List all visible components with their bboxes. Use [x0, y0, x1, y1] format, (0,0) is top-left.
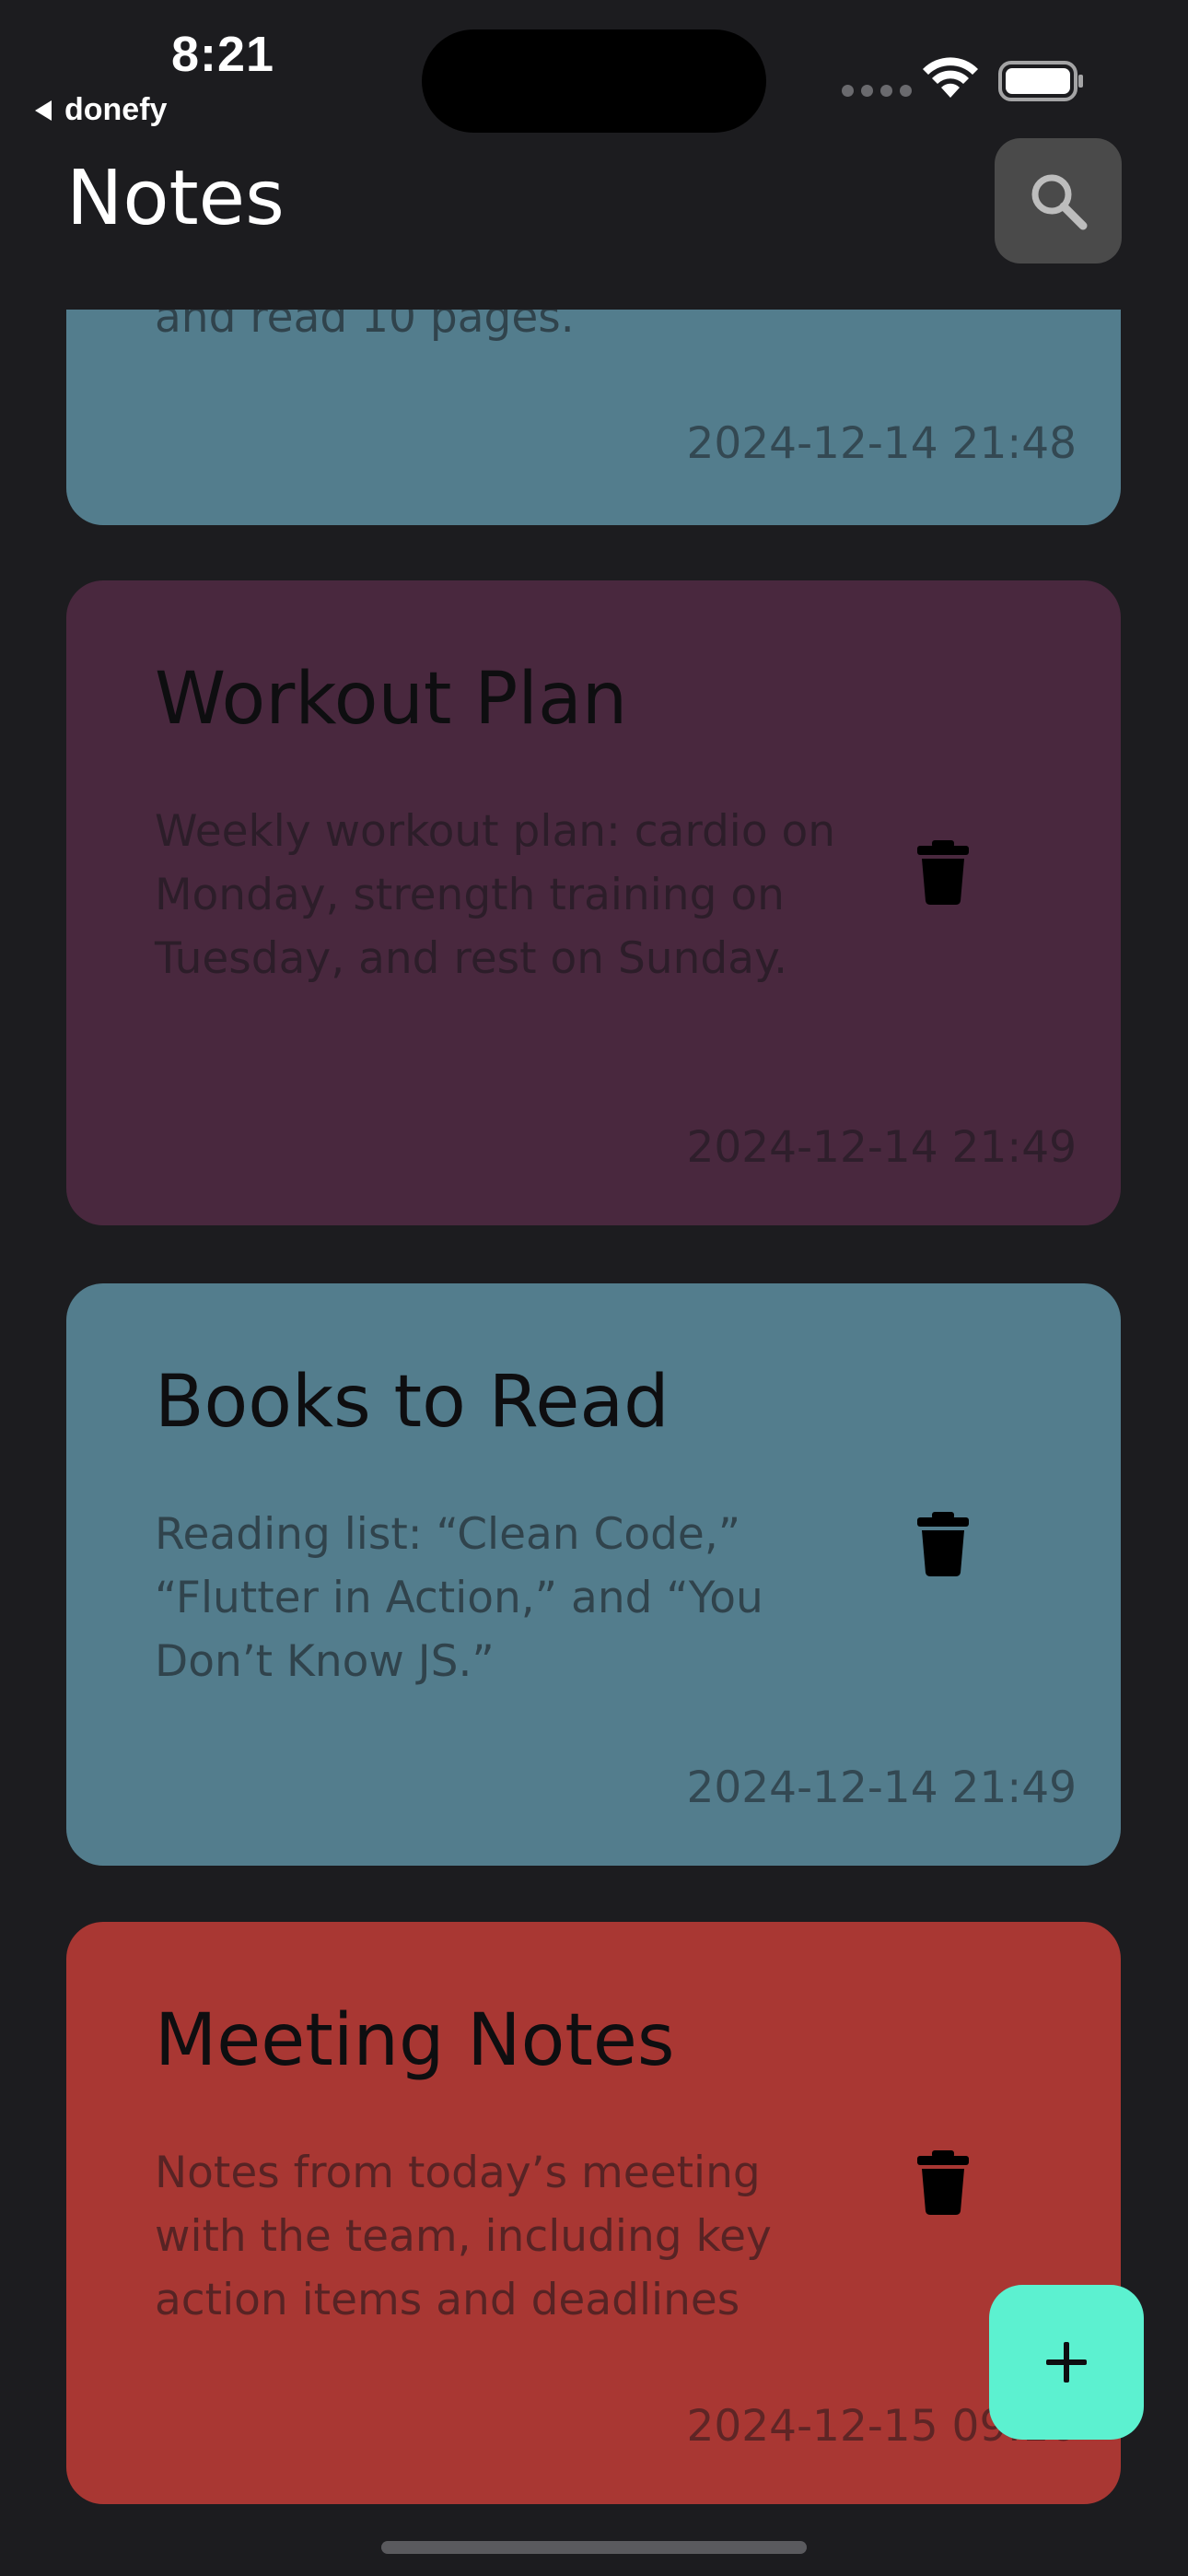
- search-icon: [1031, 174, 1088, 230]
- dynamic-island: [422, 29, 766, 133]
- note-title: Workout Plan: [155, 658, 628, 741]
- wifi-icon: [923, 57, 978, 98]
- back-to-app-link[interactable]: donefy: [35, 92, 167, 128]
- delete-note-button[interactable]: [917, 1512, 969, 1576]
- note-date: 2024-12-14 21:48: [686, 418, 1077, 469]
- note-card[interactable]: Books to Read Reading list: “Clean Code,…: [66, 1283, 1121, 1866]
- note-card[interactable]: and read 10 pages. 2024-12-14 21:48: [66, 310, 1121, 525]
- page-title: Notes: [66, 155, 285, 242]
- note-title: Meeting Notes: [155, 1999, 675, 2082]
- home-indicator[interactable]: [381, 2541, 807, 2554]
- note-title: Books to Read: [155, 1361, 670, 1444]
- cellular-signal-icon: [842, 85, 912, 97]
- note-body: Weekly workout plan: cardio on Monday, s…: [155, 806, 836, 984]
- back-app-label: donefy: [64, 92, 168, 127]
- plus-icon: [1046, 2342, 1087, 2383]
- note-body: Reading list: “Clean Code,” “Flutter in …: [155, 1509, 763, 1687]
- search-button[interactable]: [995, 138, 1122, 263]
- note-body: Notes from today’s meeting with the team…: [155, 2148, 772, 2325]
- note-date: 2024-12-14 21:49: [686, 1122, 1077, 1173]
- note-date: 2024-12-14 21:49: [686, 1762, 1077, 1813]
- note-body: and read 10 pages.: [155, 310, 575, 343]
- note-card[interactable]: Workout Plan Weekly workout plan: cardio…: [66, 580, 1121, 1225]
- note-card[interactable]: Meeting Notes Notes from today’s meeting…: [66, 1922, 1121, 2504]
- status-time: 8:21: [171, 27, 275, 82]
- notes-list[interactable]: and read 10 pages. 2024-12-14 21:48 Work…: [0, 310, 1188, 2576]
- delete-note-button[interactable]: [917, 2150, 969, 2215]
- delete-note-button[interactable]: [917, 840, 969, 905]
- back-arrow-icon: [35, 100, 52, 121]
- add-note-button[interactable]: [989, 2285, 1144, 2440]
- battery-icon: [998, 61, 1083, 101]
